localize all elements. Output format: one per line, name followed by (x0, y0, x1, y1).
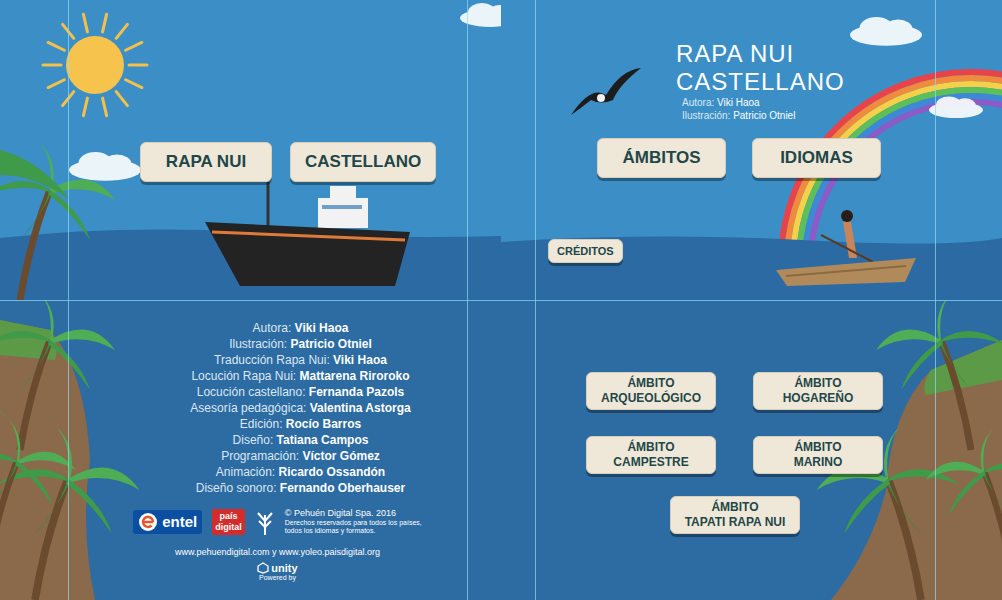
palm-tree-icon (0, 135, 115, 300)
title-line: CASTELLANO (676, 68, 1002, 96)
credit-entry: Animación: Ricardo Ossandón (216, 464, 385, 480)
unity-badge: unityPowered by (0, 562, 501, 582)
pais-digital-logo: paísdigital (212, 509, 245, 535)
unity-cube-icon (257, 562, 269, 574)
foundation-logo-icon (255, 509, 275, 535)
home-screen: RAPA NUICASTELLANOAutora: Viki HaoaIlust… (501, 0, 1002, 300)
cloud-icon (69, 152, 141, 181)
language-button[interactable]: RAPA NUI (140, 142, 272, 182)
credit-entry: Autora: Viki Haoa (253, 320, 349, 336)
ship-icon (205, 182, 410, 286)
credit-entry: Ilustración: Patricio Otniel (229, 336, 372, 352)
ambito-button[interactable]: ÁMBITOARQUEOLÓGICO (586, 372, 716, 410)
credit-entry: Diseño: Tatiana Campos (233, 432, 369, 448)
cloud-icon (850, 17, 922, 46)
author-line: Ilustración: Patricio Otniel (676, 109, 1002, 122)
ambito-button[interactable]: ÁMBITOTAPATI RAPA NUI (670, 496, 800, 534)
canoe-icon (776, 210, 916, 286)
app-title: RAPA NUICASTELLANOAutora: Viki HaoaIlust… (501, 0, 1002, 122)
ambitos-grid: ÁMBITOARQUEOLÓGICO ÁMBITOHOGAREÑO ÁMBITOCA… (501, 300, 1002, 534)
menu-button[interactable]: ÁMBITOS (597, 138, 726, 178)
home-buttons: ÁMBITOS IDIOMAS (501, 138, 1002, 178)
credit-entry: Asesoría pedagógica: Valentina Astorga (190, 400, 410, 416)
entel-mark-icon (138, 512, 158, 532)
palm-tree-icon (0, 419, 139, 600)
credit-entry: Edición: Rocío Barros (240, 416, 361, 432)
cloud-icon (929, 97, 983, 119)
copyright: © Pehuén Digital Spa. 2016Derechos reser… (285, 508, 422, 535)
cloud-icon (460, 3, 501, 27)
credit-entry: Diseño sonoro: Fernando Oberhauser (196, 480, 405, 496)
palm-tree-icon (876, 300, 1002, 450)
home-content: RAPA NUICASTELLANOAutora: Viki HaoaIlust… (501, 0, 1002, 263)
language-button[interactable]: CASTELLANO (290, 142, 436, 182)
palm-tree-icon (926, 422, 1002, 571)
palm-tree-icon (0, 412, 76, 561)
credit-entry: Programación: Víctor Gómez (221, 448, 380, 464)
credits-screen: Autora: Viki HaoaIlustración: Patricio O… (0, 300, 501, 600)
frigate-bird-icon (571, 68, 641, 115)
ambito-button[interactable]: ÁMBITOHOGAREÑO (753, 372, 883, 410)
urls: www.pehuendigital.com y www.yoleo.paisdi… (0, 547, 501, 558)
title-line: RAPA NUI (676, 40, 1002, 68)
credit-entry: Locución Rapa Nui: Mattarena Riroroko (191, 368, 409, 384)
ambito-button[interactable]: ÁMBITOCAMPESTRE (586, 436, 716, 474)
credit-entry: Traducción Rapa Nui: Viki Haoa (214, 352, 387, 368)
credits-list: Autora: Viki HaoaIlustración: Patricio O… (0, 300, 501, 496)
credit-entry: Locución castellano: Fernanda Pazols (197, 384, 404, 400)
guide-lines-icon (0, 0, 1002, 600)
ambito-button[interactable]: ÁMBITOMARINO (753, 436, 883, 474)
language-select-screen: RAPA NUI CASTELLANO (0, 0, 501, 300)
author-line: Autora: Viki Haoa (676, 96, 1002, 109)
entel-logo: entel (133, 510, 202, 534)
coast-icon (501, 300, 1002, 600)
sponsor-logos: entel paísdigital © Pehuén Digital Spa. 20… (0, 508, 501, 535)
palm-tree-icon (0, 300, 115, 450)
credits-button[interactable]: CRÉDITOS (548, 239, 623, 264)
menu-button[interactable]: IDIOMAS (752, 138, 881, 178)
ambitos-screen: ÁMBITOARQUEOLÓGICO ÁMBITOHOGAREÑO ÁMBITOCA… (501, 300, 1002, 600)
sun-icon (43, 14, 147, 115)
credits-content: Autora: Viki HaoaIlustración: Patricio O… (0, 300, 501, 582)
language-buttons: RAPA NUI CASTELLANO (0, 0, 501, 182)
storyboard: RAPA NUICASTELLANORAPA NUICASTELLANOAuto… (0, 0, 1002, 600)
